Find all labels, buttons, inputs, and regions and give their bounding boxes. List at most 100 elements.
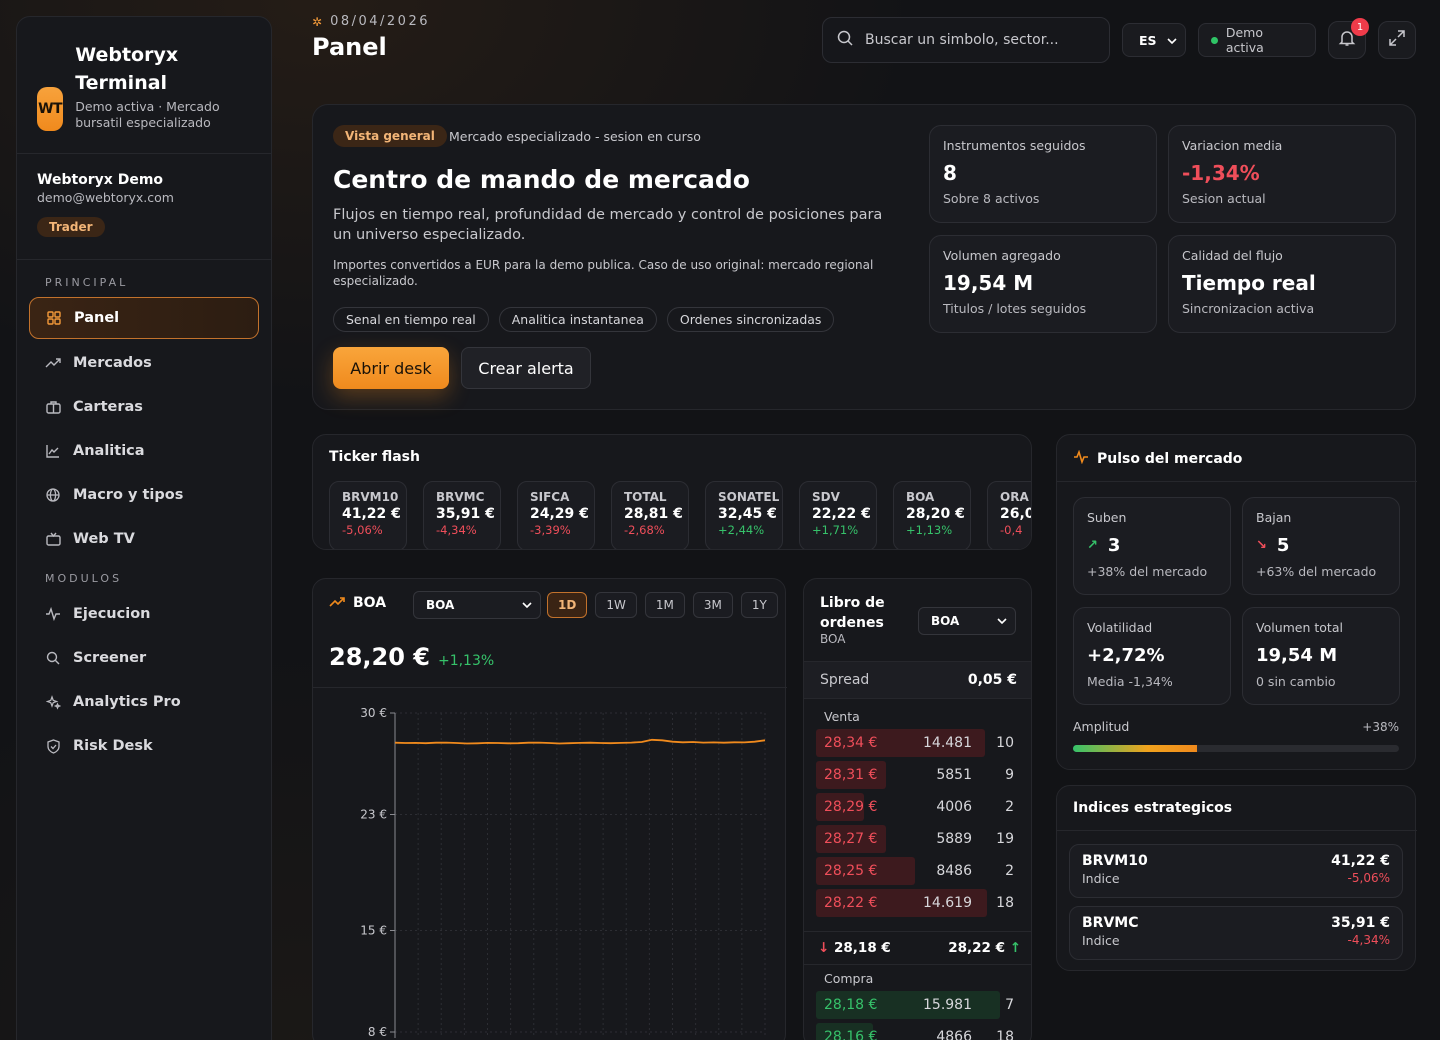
brand-name: Webtoryx Terminal (75, 44, 179, 94)
ticker-change: +1,13% (906, 523, 953, 537)
sidebar-item-risk-desk[interactable]: Risk Desk (29, 725, 259, 767)
bid-quantity: 15.981 (923, 997, 972, 1013)
chart-divider (313, 687, 787, 688)
sidebar-item-label: Screener (73, 650, 147, 666)
create-alert-button[interactable]: Crear alerta (461, 347, 591, 389)
hero-tag: Vista general (333, 125, 447, 147)
sidebar-item-panel[interactable]: Panel (29, 297, 259, 339)
ticker-price: 24,29 € (530, 506, 589, 522)
market-pulse-card: Pulso del mercado Suben ↗ 3 +38% del mer… (1056, 434, 1417, 770)
trend-icon (329, 593, 345, 612)
index-row[interactable]: BRVMC Indice 35,91 € -4,34% (1069, 906, 1403, 960)
sidebar-item-label: Mercados (73, 355, 152, 371)
stat-label: Calidad del flujo (1182, 248, 1283, 263)
ask-row[interactable]: 28,34 € 14.481 10 (816, 729, 1016, 757)
nav-section-modulos: MODULOS (45, 572, 123, 585)
ticker-change: -5,06% (342, 523, 383, 537)
date-text: 08/04/2026 (330, 14, 430, 29)
ask-orders: 19 (996, 831, 1014, 847)
y-tick-label: 8 € (368, 1025, 387, 1039)
range-button-1d[interactable]: 1D (547, 592, 588, 618)
ask-price: 28,29 € (824, 799, 878, 815)
y-tick-label: 15 € (360, 924, 387, 938)
search-icon (45, 650, 61, 666)
index-row[interactable]: BRVM10 Indice 41,22 € -5,06% (1069, 844, 1403, 898)
sidebar-item-analytics-pro[interactable]: Analytics Pro (29, 681, 259, 723)
search-bar[interactable] (822, 17, 1110, 63)
ticker-tile[interactable]: ORA 26,0 -0,4 (987, 481, 1032, 549)
ticker-symbol: SONATEL (718, 490, 780, 504)
language-select[interactable]: ES (1122, 23, 1186, 57)
pulse-divider (1057, 481, 1417, 482)
sidebar-item-webtv[interactable]: Web TV (29, 518, 259, 560)
index-price: 35,91 € (1331, 915, 1390, 931)
stat-sub: Sesion actual (1182, 191, 1266, 206)
ask-row[interactable]: 28,25 € 8486 2 (816, 857, 1016, 885)
ask-quantity: 5889 (936, 831, 972, 847)
ticker-change: -3,39% (530, 523, 571, 537)
chevron-down-icon (1167, 33, 1177, 48)
stat-label: Variacion media (1182, 138, 1283, 153)
ticker-tile[interactable]: BRVMC 35,91 € -4,34% (423, 481, 501, 549)
ticker-title: Ticker flash (329, 449, 420, 465)
amplitude-bar-fill (1073, 745, 1197, 752)
pulse-sub: +63% del mercado (1256, 564, 1377, 579)
ask-quantity: 4006 (936, 799, 972, 815)
sidebar-item-mercados[interactable]: Mercados (29, 342, 259, 384)
index-price: 41,22 € (1331, 853, 1390, 869)
ticker-tile[interactable]: BOA 28,20 € +1,13% (893, 481, 971, 549)
ticker-tile[interactable]: SDV 22,22 € +1,71% (799, 481, 877, 549)
price-line-chart: 30 € 23 € 15 € 8 € (360, 706, 766, 1039)
sidebar-item-label: Panel (74, 310, 120, 326)
range-button-1w[interactable]: 1W (595, 592, 637, 618)
sidebar-item-screener[interactable]: Screener (29, 637, 259, 679)
range-button-1m[interactable]: 1M (644, 592, 685, 618)
sidebar-item-label: Carteras (73, 399, 143, 415)
chart-header: BOA (329, 593, 386, 612)
arrow-down-right-icon: ↘ (1256, 538, 1267, 553)
range-button-1y[interactable]: 1Y (740, 592, 778, 618)
hero-title: Centro de mando de mercado (333, 165, 750, 194)
chart-symbol-select[interactable]: BOA (413, 591, 541, 619)
sidebar-item-label: Web TV (73, 531, 135, 547)
sidebar-item-carteras[interactable]: Carteras (29, 386, 259, 428)
ticker-tile[interactable]: SIFCA 24,29 € -3,39% (517, 481, 595, 549)
notifications-button[interactable]: 1 (1328, 18, 1369, 59)
search-input[interactable] (865, 32, 1085, 48)
ask-price: 28,34 € (824, 735, 878, 751)
pulse-value: ↗ 3 (1087, 535, 1217, 556)
range-button-3m[interactable]: 3M (692, 592, 733, 618)
ticker-tile[interactable]: TOTAL 28,81 € -2,68% (611, 481, 689, 549)
ticker-symbol: SDV (812, 490, 840, 504)
hero-tagline: Mercado especializado - sesion en curso (449, 129, 701, 144)
sidebar-item-ejecucion[interactable]: Ejecucion (29, 593, 259, 635)
ask-row[interactable]: 28,22 € 14.619 18 (816, 889, 1016, 917)
mid-ask: 28,22 € ↑ (948, 940, 1021, 956)
demo-status-pill[interactable]: Demo activa (1198, 23, 1316, 57)
hero-description: Flujos en tiempo real, profundidad de me… (333, 207, 883, 243)
ask-quantity: 14.481 (923, 735, 972, 751)
mid-ask-price: 28,22 € (948, 940, 1005, 956)
fullscreen-button[interactable] (1378, 21, 1416, 59)
brand: WT Webtoryx Terminal Demo activa · Merca… (17, 17, 271, 154)
ticker-price: 22,22 € (812, 506, 871, 522)
bid-row[interactable]: 28,16 € 4866 18 (816, 1023, 1016, 1040)
ask-row[interactable]: 28,29 € 4006 2 (816, 793, 1016, 821)
y-tick-label: 23 € (360, 808, 387, 822)
ask-row[interactable]: 28,31 € 5851 9 (816, 761, 1016, 789)
open-desk-button[interactable]: Abrir desk (333, 347, 449, 389)
status-dot (1211, 36, 1218, 44)
order-book-select[interactable]: BOA (918, 607, 1016, 635)
sidebar-item-macro[interactable]: Macro y tipos (29, 474, 259, 516)
ticker-tile[interactable]: BRVM10 41,22 € -5,06% (329, 481, 407, 549)
bid-row[interactable]: 28,18 € 15.981 7 (816, 991, 1016, 1019)
ask-price: 28,22 € (824, 895, 878, 911)
ask-price: 28,25 € (824, 863, 878, 879)
pulse-header: Pulso del mercado (1073, 449, 1242, 468)
ask-row[interactable]: 28,27 € 5889 19 (816, 825, 1016, 853)
ticker-symbol: ORA (1000, 490, 1029, 504)
sidebar-item-analitica[interactable]: Analitica (29, 430, 259, 472)
ticker-price: 26,0 (1000, 506, 1032, 522)
mid-bid: ↓ 28,18 € (818, 940, 891, 956)
ticker-tile[interactable]: SONATEL 32,45 € +2,44% (705, 481, 783, 549)
